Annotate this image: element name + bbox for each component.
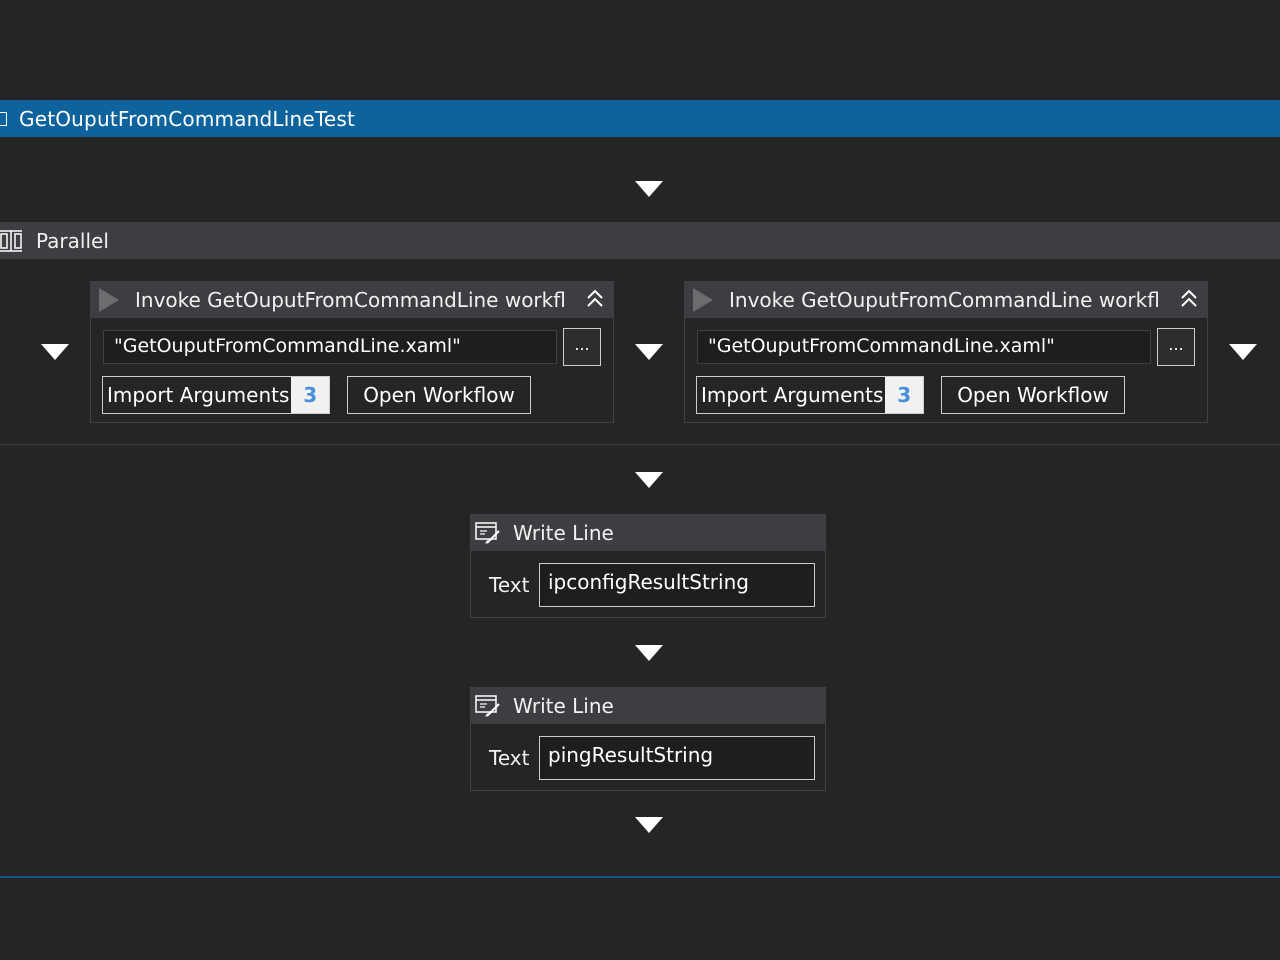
parallel-bottom-border bbox=[0, 444, 1280, 445]
invoke-header[interactable]: Invoke GetOuputFromCommandLine workflc bbox=[685, 282, 1207, 318]
workflow-file-input[interactable]: "GetOuputFromCommandLine.xaml" bbox=[103, 330, 557, 364]
import-arguments-label: Import Arguments bbox=[701, 383, 884, 407]
double-chevron-up-icon[interactable] bbox=[1179, 288, 1199, 310]
writeline-icon bbox=[475, 522, 500, 544]
invoke-workflow-activity-right[interactable]: Invoke GetOuputFromCommandLine workflc "… bbox=[684, 281, 1208, 423]
parallel-header[interactable]: Parallel bbox=[0, 222, 1280, 259]
invoke-title: Invoke GetOuputFromCommandLine workflc bbox=[135, 288, 565, 312]
sequence-title: GetOuputFromCommandLineTest bbox=[19, 106, 356, 131]
double-chevron-up-icon[interactable] bbox=[585, 288, 605, 310]
sequence-header[interactable]: GetOuputFromCommandLineTest bbox=[0, 100, 1280, 137]
workflow-file-input[interactable]: "GetOuputFromCommandLine.xaml" bbox=[697, 330, 1151, 364]
invoke-header[interactable]: Invoke GetOuputFromCommandLine workflc bbox=[91, 282, 613, 318]
sequence-bottom-border bbox=[0, 876, 1280, 878]
open-workflow-button[interactable]: Open Workflow bbox=[941, 376, 1125, 414]
import-arguments-button[interactable]: Import Arguments 3 bbox=[102, 376, 330, 414]
writeline-header[interactable]: Write Line bbox=[471, 688, 825, 724]
drop-arrow-icon[interactable] bbox=[635, 645, 663, 661]
invoke-workflow-activity-left[interactable]: Invoke GetOuputFromCommandLine workflc "… bbox=[90, 281, 614, 423]
writeline-activity-1[interactable]: Write Line Text ipconfigResultString bbox=[470, 514, 826, 618]
writeline-title: Write Line bbox=[513, 694, 614, 718]
text-input[interactable]: pingResultString bbox=[539, 736, 815, 780]
import-arguments-label: Import Arguments bbox=[107, 383, 290, 407]
import-arguments-button[interactable]: Import Arguments 3 bbox=[696, 376, 924, 414]
argument-count-badge: 3 bbox=[291, 377, 329, 413]
open-workflow-button[interactable]: Open Workflow bbox=[347, 376, 531, 414]
text-label: Text bbox=[489, 573, 530, 597]
text-label: Text bbox=[489, 746, 530, 770]
drop-arrow-icon[interactable] bbox=[635, 817, 663, 833]
play-icon bbox=[99, 288, 119, 312]
drop-arrow-icon[interactable] bbox=[635, 472, 663, 488]
parallel-icon bbox=[0, 229, 22, 252]
invoke-title: Invoke GetOuputFromCommandLine workflc bbox=[729, 288, 1159, 312]
writeline-header[interactable]: Write Line bbox=[471, 515, 825, 551]
parallel-title: Parallel bbox=[36, 228, 109, 253]
sequence-icon bbox=[0, 111, 7, 126]
drop-arrow-icon[interactable] bbox=[635, 344, 663, 360]
browse-button[interactable]: ... bbox=[1157, 328, 1195, 366]
text-input[interactable]: ipconfigResultString bbox=[539, 563, 815, 607]
drop-arrow-icon[interactable] bbox=[41, 344, 69, 360]
browse-button[interactable]: ... bbox=[563, 328, 601, 366]
writeline-icon bbox=[475, 695, 500, 717]
writeline-title: Write Line bbox=[513, 521, 614, 545]
play-icon bbox=[693, 288, 713, 312]
drop-arrow-icon[interactable] bbox=[635, 181, 663, 197]
writeline-activity-2[interactable]: Write Line Text pingResultString bbox=[470, 687, 826, 791]
argument-count-badge: 3 bbox=[885, 377, 923, 413]
drop-arrow-icon[interactable] bbox=[1229, 344, 1257, 360]
